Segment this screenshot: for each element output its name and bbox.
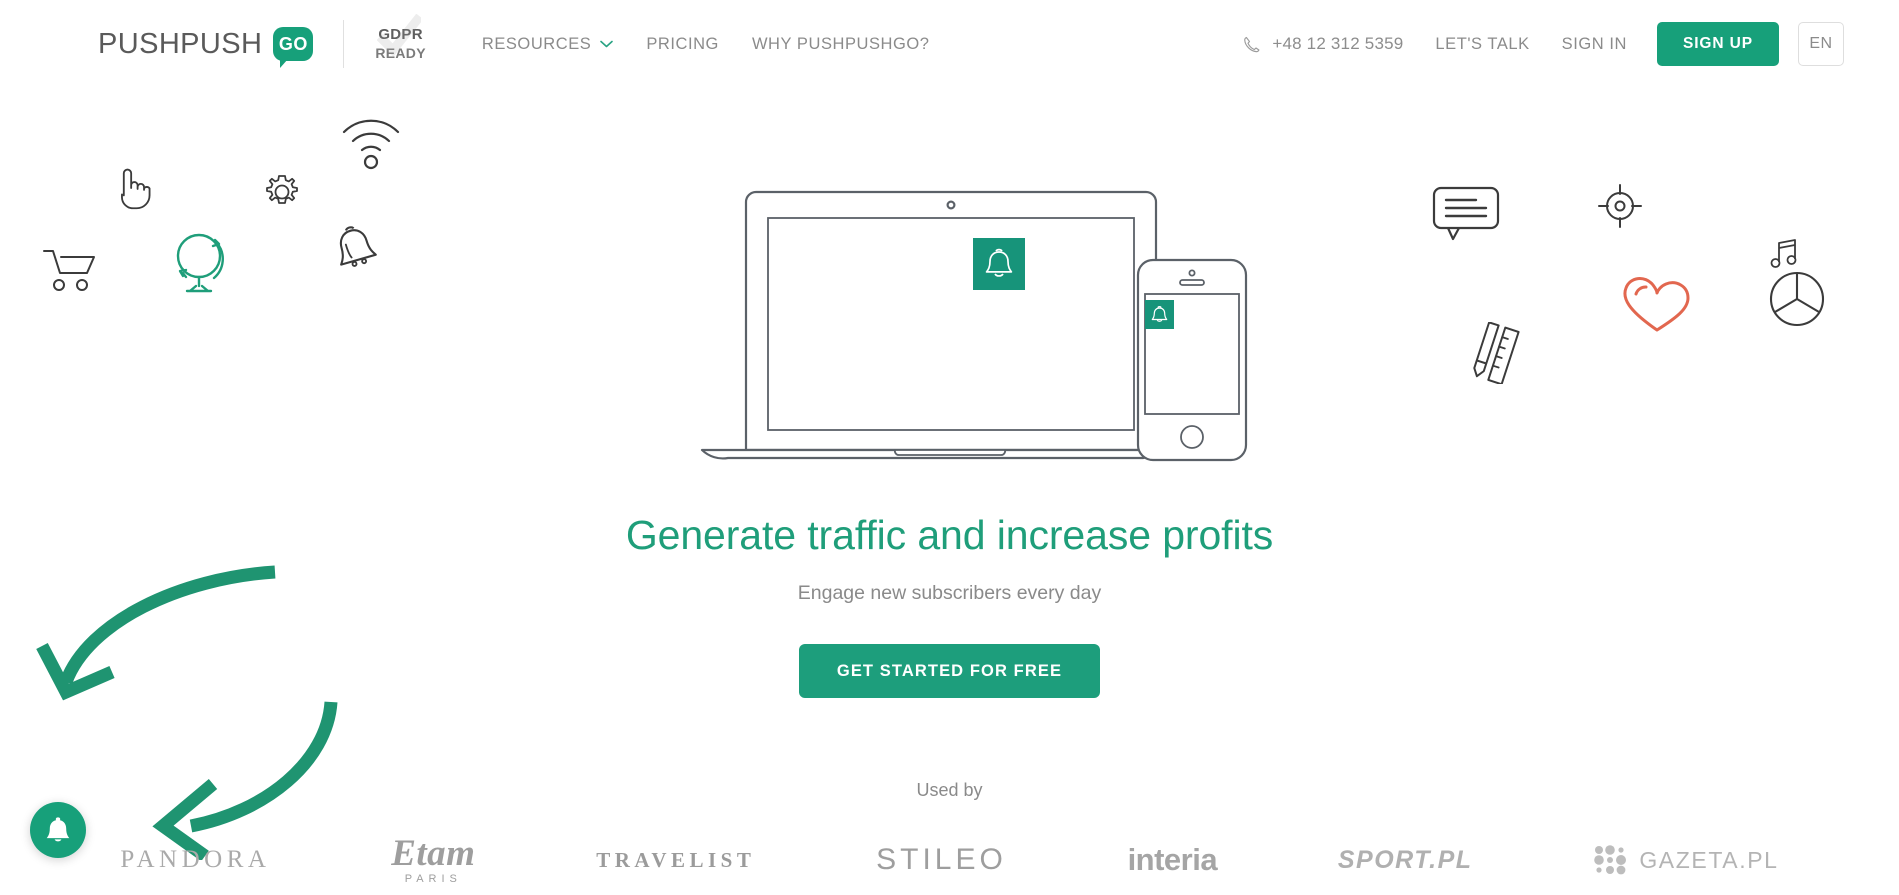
nav-label-pricing: PRICING (646, 34, 719, 53)
phone-notification-badge (1145, 300, 1174, 329)
nav-label-why: WHY PUSHPUSHGO? (751, 34, 930, 53)
pie-chart-icon (1769, 271, 1825, 327)
brand-logos: PANDORA Etam PARIS TRAVELIST STILEO inte… (0, 825, 1899, 895)
phone-icon (1244, 36, 1260, 52)
chat-bubble-icon (1432, 186, 1500, 241)
crosshair-icon (1598, 184, 1642, 228)
nav-label-resources: RESOURCES (481, 34, 592, 53)
laptop-notification-badge (973, 238, 1025, 290)
laptop-icon (700, 190, 1158, 460)
language-selector[interactable]: EN (1798, 22, 1844, 66)
main-navigation: RESOURCES PRICING WHY PUSHPUSHGO? (482, 35, 930, 54)
logo-wordmark: PUSHPUSH (98, 27, 263, 60)
hero-illustration (700, 190, 1248, 462)
used-by-label: Used by (916, 780, 983, 800)
brand-logo-gazeta: GAZETA.PL (1593, 844, 1778, 876)
sign-up-button[interactable]: SIGN UP (1656, 22, 1779, 66)
logo-go-badge: GO (273, 27, 314, 68)
brand-logo-sportpl: SPORT.PL (1337, 845, 1473, 874)
dot-matrix-icon (1594, 845, 1627, 875)
brand-etam-name: Etam (391, 833, 476, 874)
chevron-down-icon (600, 40, 614, 48)
check-mark-icon (377, 14, 422, 58)
phone-link[interactable]: +48 12 312 5359 (1242, 34, 1403, 54)
brand-logo-travelist: TRAVELIST (596, 847, 756, 872)
pointing-hand-icon (121, 168, 151, 210)
page-subtitle: Engage new subscribers every day (797, 582, 1102, 604)
phone-number: +48 12 312 5359 (1272, 34, 1404, 53)
nav-item-why-pushpushgo[interactable]: WHY PUSHPUSHGO? (752, 35, 930, 54)
logo[interactable]: PUSHPUSH GO (98, 27, 314, 68)
header-actions: +48 12 312 5359 LET'S TALK SIGN IN SIGN … (1242, 22, 1844, 66)
brand-gazeta-name: GAZETA.PL (1639, 846, 1779, 873)
get-started-button[interactable]: GET STARTED FOR FREE (798, 644, 1101, 698)
nav-item-resources[interactable]: RESOURCES (481, 34, 614, 54)
header-divider (343, 20, 345, 68)
wifi-icon (342, 119, 400, 170)
page-title: Generate traffic and increase profits (625, 512, 1274, 558)
gear-icon (266, 175, 298, 204)
cta-container: GET STARTED FOR FREE (0, 644, 1899, 698)
sign-in-link[interactable]: SIGN IN (1562, 35, 1627, 54)
heart-icon (1623, 277, 1690, 332)
logo-go-label: GO (278, 33, 308, 54)
pencil-ruler-icon (1473, 322, 1520, 384)
brand-logo-stileo: STILEO (876, 843, 1007, 876)
lets-talk-link[interactable]: LET'S TALK (1435, 35, 1529, 54)
gdpr-badge: GDPR READY (375, 14, 426, 61)
brand-logo-interia: interia (1127, 842, 1218, 877)
bell-icon (46, 817, 70, 842)
nav-item-pricing[interactable]: PRICING (646, 35, 719, 54)
site-header: PUSHPUSH GO GDPR READY RESOURCES PRICING… (0, 0, 1899, 88)
smartphone-icon (1136, 258, 1248, 462)
globe-icon (176, 233, 224, 293)
notification-fab-button[interactable] (30, 802, 86, 858)
music-note-icon (1770, 239, 1797, 268)
shopping-cart-icon (43, 250, 95, 291)
brand-etam-sub: PARIS (404, 873, 462, 885)
brand-logo-etam: Etam PARIS (391, 835, 475, 885)
brand-logo-pandora: PANDORA (120, 846, 271, 873)
bell-icon (339, 226, 377, 267)
